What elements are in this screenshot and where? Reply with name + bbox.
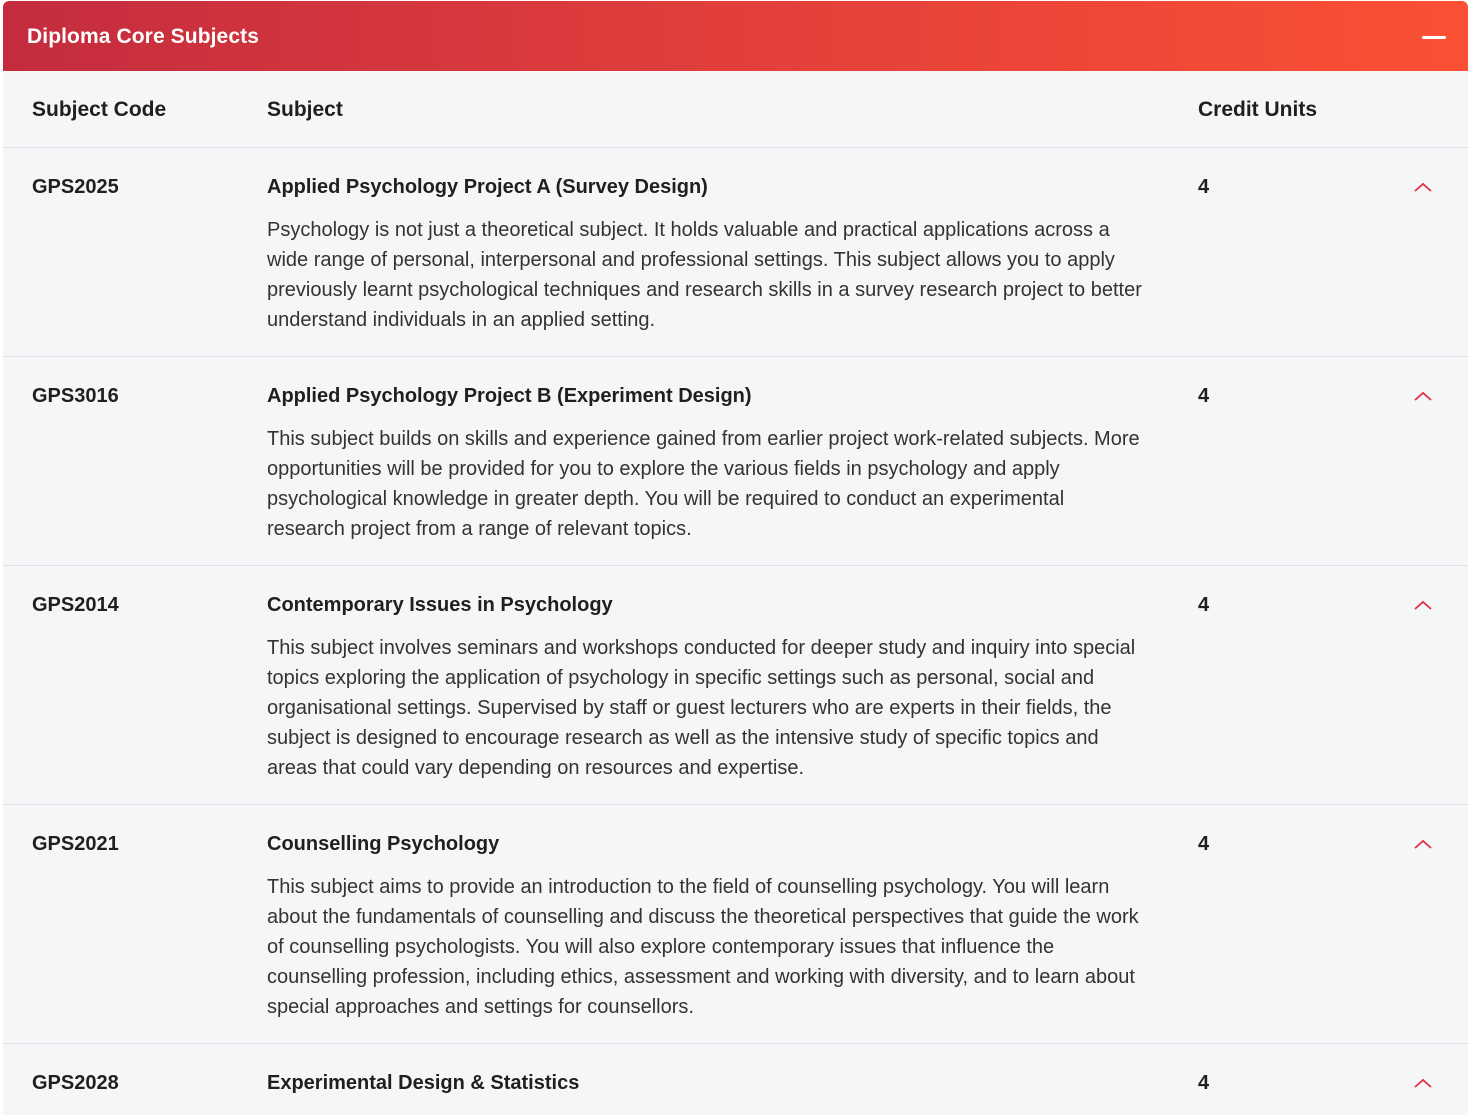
subject-code: GPS2014 xyxy=(32,594,119,616)
credit-units: 4 xyxy=(1198,176,1210,198)
subject-description: Psychology is not just a theoretical sub… xyxy=(267,219,1142,331)
subject-description: This subject involves seminars and works… xyxy=(267,637,1136,779)
row-toggle-button[interactable] xyxy=(1413,180,1437,200)
subject-row[interactable]: GPS2025 Applied Psychology Project A (Su… xyxy=(3,148,1468,357)
subject-code: GPS2025 xyxy=(32,176,119,198)
diploma-core-subjects-panel: Diploma Core Subjects Subject Code Subje… xyxy=(3,1,1468,1115)
chevron-up-icon xyxy=(1414,600,1432,610)
panel-header[interactable]: Diploma Core Subjects xyxy=(3,1,1468,71)
row-toggle-button[interactable] xyxy=(1413,837,1437,857)
subject-row[interactable]: GPS2021 Counselling Psychology This subj… xyxy=(3,805,1468,1044)
panel-title: Diploma Core Subjects xyxy=(27,25,259,48)
subject-row[interactable]: GPS3016 Applied Psychology Project B (Ex… xyxy=(3,357,1468,566)
minus-icon xyxy=(1422,36,1446,39)
subject-code: GPS3016 xyxy=(32,385,119,407)
subject-description: This subject builds on skills and experi… xyxy=(267,428,1140,540)
row-toggle-button[interactable] xyxy=(1413,1076,1437,1096)
row-toggle-button[interactable] xyxy=(1413,598,1437,618)
subject-title: Experimental Design & Statistics xyxy=(267,1072,580,1094)
subject-description: This subject aims to provide an introduc… xyxy=(267,876,1139,1018)
credit-units: 4 xyxy=(1198,1072,1210,1094)
chevron-up-icon xyxy=(1414,391,1432,401)
header-subject: Subject xyxy=(267,98,343,121)
subject-title: Applied Psychology Project A (Survey Des… xyxy=(267,176,708,198)
header-subject-code: Subject Code xyxy=(32,98,167,121)
subject-title: Contemporary Issues in Psychology xyxy=(267,594,613,616)
chevron-up-icon xyxy=(1414,182,1432,192)
subject-title: Applied Psychology Project B (Experiment… xyxy=(267,385,752,407)
collapse-button[interactable] xyxy=(1420,23,1448,51)
subject-title: Counselling Psychology xyxy=(267,833,500,855)
header-credit-units: Credit Units xyxy=(1198,98,1318,121)
chevron-up-icon xyxy=(1414,839,1432,849)
subject-code: GPS2028 xyxy=(32,1072,119,1094)
credit-units: 4 xyxy=(1198,385,1210,407)
subject-row[interactable]: GPS2014 Contemporary Issues in Psycholog… xyxy=(3,566,1468,805)
credit-units: 4 xyxy=(1198,594,1210,616)
chevron-up-icon xyxy=(1414,1078,1432,1088)
table-header-row: Subject Code Subject Credit Units xyxy=(3,71,1468,148)
subject-row[interactable]: GPS2028 Experimental Design & Statistics… xyxy=(3,1044,1468,1115)
credit-units: 4 xyxy=(1198,833,1210,855)
row-toggle-button[interactable] xyxy=(1413,389,1437,409)
subject-code: GPS2021 xyxy=(32,833,119,855)
